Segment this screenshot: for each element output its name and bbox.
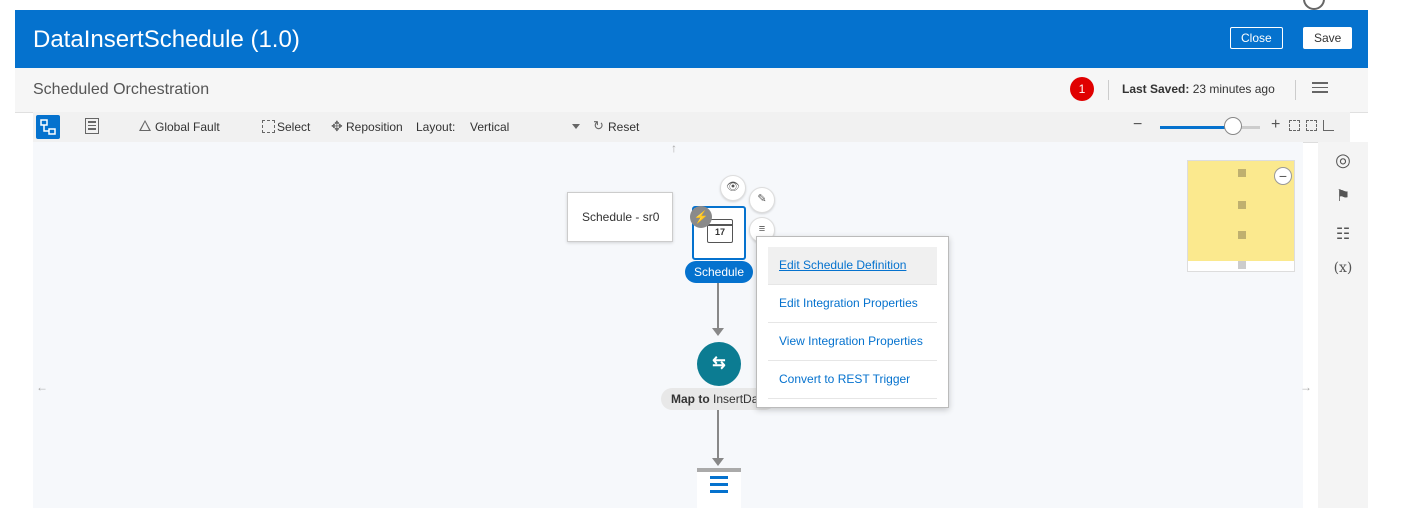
last-saved-label: Last Saved:	[1122, 82, 1190, 96]
layout-label: Layout:	[416, 120, 456, 134]
select-icon	[262, 120, 275, 133]
scroll-up-icon[interactable]: ↑	[671, 141, 677, 155]
target-icon	[1303, 0, 1325, 10]
zoom-slider[interactable]	[1160, 117, 1260, 135]
variables-icon[interactable]: (x)	[1333, 260, 1353, 280]
last-saved-value: 23 minutes ago	[1192, 82, 1275, 96]
minimap-node	[1238, 231, 1246, 239]
zoom-in-icon[interactable]: +	[1271, 116, 1280, 134]
layout-select-value: Vertical	[470, 120, 510, 134]
tracking-target-icon[interactable]: ◎	[1333, 150, 1353, 170]
layout-select[interactable]: Vertical	[470, 120, 580, 134]
canvas-minimap[interactable]: −	[1187, 160, 1295, 272]
editor-subheader: Scheduled Orchestration 1 Last Saved: 23…	[15, 68, 1368, 113]
edit-integration-properties-item[interactable]: Edit Integration Properties	[768, 285, 937, 323]
edit-schedule-definition-item[interactable]: Edit Schedule Definition	[768, 247, 937, 285]
select-button[interactable]: Select	[277, 120, 310, 134]
fit-to-screen-icon[interactable]	[1289, 120, 1300, 131]
trigger-bolt-icon: ⚡	[690, 206, 712, 228]
zoom-out-icon[interactable]: −	[1133, 116, 1142, 134]
pseudo-view-icon[interactable]	[85, 118, 99, 134]
calendar-icon: 17	[707, 219, 733, 243]
chevron-down-icon	[572, 124, 580, 129]
reposition-button[interactable]: Reposition	[346, 120, 403, 134]
error-badge[interactable]: 1	[1070, 77, 1094, 101]
node-context-menu: Edit Schedule Definition Edit Integratio…	[756, 236, 949, 408]
global-fault-button[interactable]: Global Fault	[155, 120, 220, 134]
canvas-toolbar: Global Fault Select ✥ Reposition Layout:…	[33, 112, 1350, 143]
schedule-node-label[interactable]: Schedule	[685, 261, 753, 283]
side-panel: ◎ ⚑ ☷ (x)	[1318, 142, 1368, 508]
minimap-node	[1238, 261, 1246, 269]
actual-size-icon[interactable]	[1306, 120, 1317, 131]
reset-button[interactable]: Reset	[608, 120, 639, 134]
save-button[interactable]: Save	[1303, 27, 1353, 49]
warnings-report-icon[interactable]: ☷	[1333, 224, 1353, 244]
convert-to-rest-trigger-item[interactable]: Convert to REST Trigger	[768, 361, 937, 399]
collapse-minimap-icon[interactable]: −	[1274, 167, 1292, 185]
view-eye-icon[interactable]: 👁	[720, 175, 746, 201]
editor-header: DataInsertSchedule (1.0) Close Save	[15, 10, 1368, 68]
arrow-down-icon	[712, 458, 724, 466]
flag-icon[interactable]: ⚑	[1333, 186, 1353, 206]
minimap-node	[1238, 169, 1246, 177]
zoom-slider-handle[interactable]	[1224, 117, 1242, 135]
zoom-slider-fill	[1160, 126, 1233, 129]
divider	[1108, 80, 1109, 100]
node-tooltip: Schedule - sr0	[567, 192, 673, 242]
page-title: DataInsertSchedule (1.0)	[33, 26, 300, 53]
close-button[interactable]: Close	[1230, 27, 1283, 49]
divider	[1295, 80, 1296, 100]
edit-pencil-icon[interactable]: ✎	[749, 187, 775, 213]
fullscreen-icon[interactable]	[1323, 120, 1334, 131]
canvas-view-icon[interactable]	[36, 115, 60, 139]
reset-icon: ↻	[593, 118, 604, 133]
integration-type: Scheduled Orchestration	[33, 81, 210, 98]
arrow-down-icon	[712, 328, 724, 336]
map-node[interactable]: ⇆	[697, 342, 741, 386]
last-saved-status: Last Saved: 23 minutes ago	[1122, 82, 1275, 96]
warning-icon	[139, 120, 151, 131]
view-integration-properties-item[interactable]: View Integration Properties	[768, 323, 937, 361]
hamburger-menu-icon[interactable]	[1312, 82, 1328, 96]
scroll-right-icon[interactable]: →	[1300, 380, 1312, 394]
scroll-left-icon[interactable]: ←	[36, 380, 48, 394]
invoke-node[interactable]	[697, 468, 741, 508]
minimap-node	[1238, 201, 1246, 209]
move-icon: ✥	[331, 118, 343, 134]
